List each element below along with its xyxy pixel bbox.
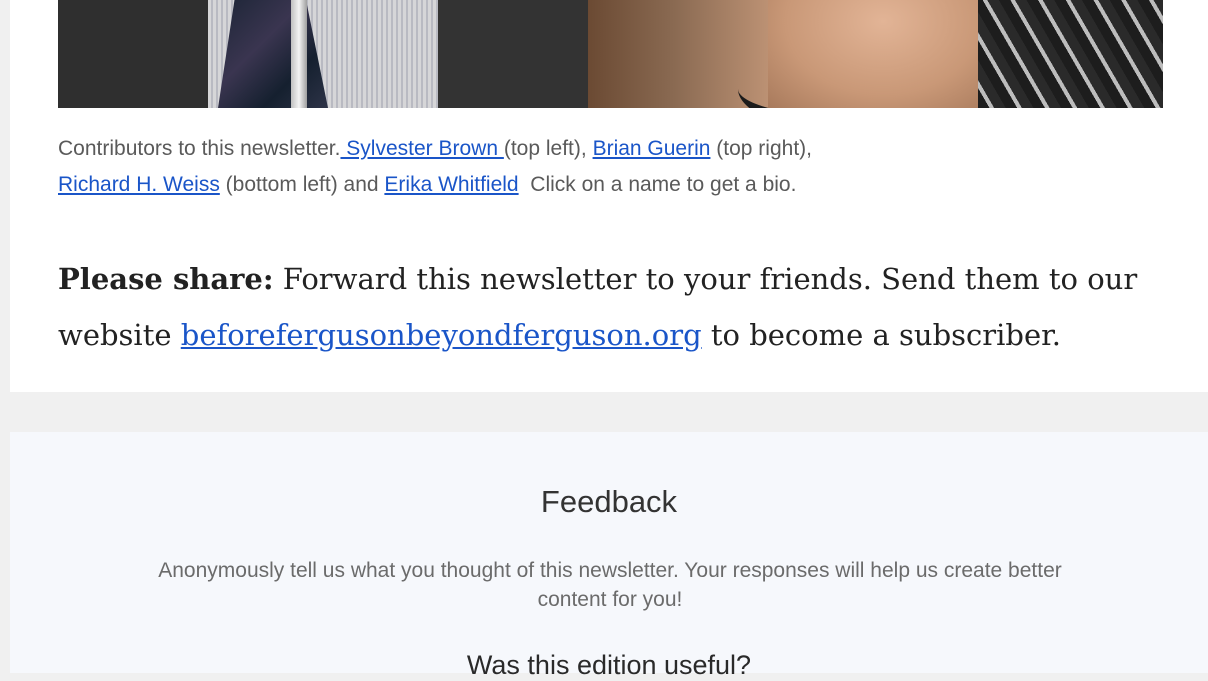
newsletter-card: Contributors to this newsletter. Sylvest… (10, 0, 1208, 392)
website-link[interactable]: beforefergusonbeyondferguson.org (181, 318, 702, 352)
caption-position-1: (top left), (503, 137, 593, 160)
feedback-section: Feedback Anonymously tell us what you th… (10, 432, 1208, 680)
contributor-link-erika-whitfield[interactable]: Erika Whitfield (384, 173, 518, 196)
contributor-link-brian-guerin[interactable]: Brian Guerin (593, 137, 711, 160)
share-paragraph: Please share: Forward this newsletter to… (58, 251, 1178, 363)
caption-outro: Click on a name to get a bio. (518, 173, 797, 196)
contributor-photo-left (58, 0, 588, 108)
feedback-description: Anonymously tell us what you thought of … (158, 559, 1062, 611)
feedback-title: Feedback (540, 484, 678, 519)
photo-caption: Contributors to this newsletter. Sylvest… (58, 131, 1168, 203)
contributors-photo (58, 0, 1163, 108)
share-text-after: to become a subscriber. (701, 318, 1062, 352)
share-label: Please share: (58, 262, 274, 296)
caption-position-2: (top right), (710, 137, 812, 160)
contributor-photo-right (588, 0, 1163, 108)
feedback-question: Was this edition useful? (466, 650, 752, 680)
caption-position-3: (bottom left) and (219, 173, 385, 196)
contributor-link-sylvester-brown[interactable]: Sylvester Brown (340, 137, 503, 160)
contributor-link-richard-weiss[interactable]: Richard H. Weiss (58, 173, 220, 196)
caption-intro: Contributors to this newsletter. (58, 137, 341, 160)
